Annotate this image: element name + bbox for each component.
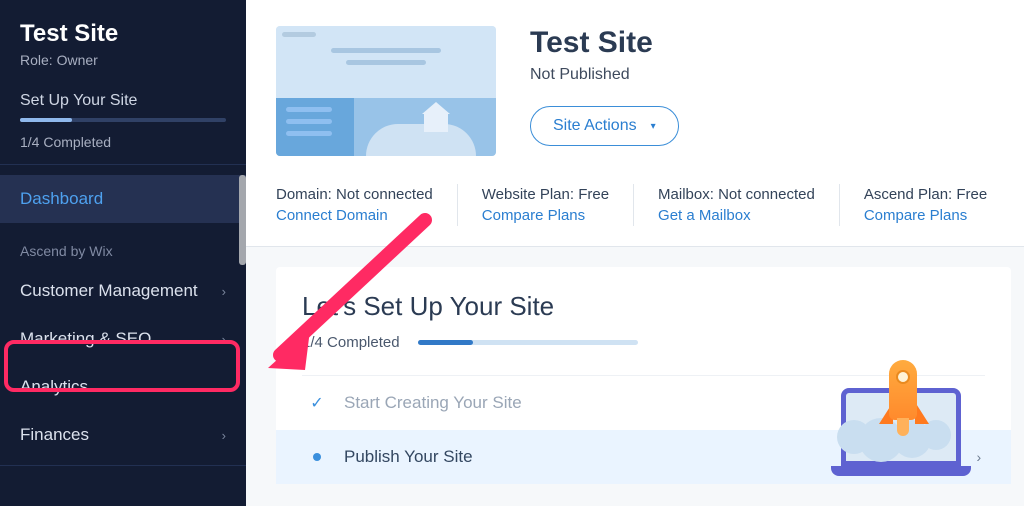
sidebar-site-name: Test Site: [20, 20, 226, 48]
nav-item-customer-management[interactable]: Customer Management ›: [0, 267, 246, 315]
nav-item-marketing-seo[interactable]: Marketing & SEO ›: [0, 315, 246, 363]
chevron-right-icon: ›: [222, 428, 226, 443]
info-label: Ascend Plan: Free: [864, 186, 987, 203]
info-col-mailbox: Mailbox: Not connected Get a Mailbox: [658, 184, 840, 226]
nav-item-finances[interactable]: Finances ›: [0, 411, 246, 459]
sidebar-header: Test Site Role: Owner: [0, 0, 246, 82]
info-label: Domain: Not connected: [276, 186, 433, 203]
info-label: Mailbox: Not connected: [658, 186, 815, 203]
site-info-row: Domain: Not connected Connect Domain Web…: [276, 184, 1011, 226]
nav-item-label: Finances: [20, 425, 89, 445]
sidebar-setup-title: Set Up Your Site: [20, 92, 226, 110]
site-status: Not Published: [530, 66, 1011, 84]
compare-plans-link[interactable]: Compare Plans: [482, 207, 609, 224]
site-actions-button[interactable]: Site Actions ▾: [530, 106, 679, 146]
info-label: Website Plan: Free: [482, 186, 609, 203]
info-col-domain: Domain: Not connected Connect Domain: [276, 184, 458, 226]
sidebar-setup-link[interactable]: Set Up Your Site: [0, 82, 246, 126]
bullet-icon: [313, 453, 321, 461]
step-label: Start Creating Your Site: [344, 393, 522, 413]
nav-item-analytics[interactable]: Analytics: [0, 363, 246, 411]
connect-domain-link[interactable]: Connect Domain: [276, 207, 433, 224]
setup-card: Let's Set Up Your Site 1/4 Completed ✓ S…: [276, 267, 1011, 484]
nav-divider: [0, 465, 246, 466]
sidebar: Test Site Role: Owner Set Up Your Site 1…: [0, 0, 246, 506]
nav-item-label: Dashboard: [20, 189, 103, 209]
sidebar-role: Role: Owner: [20, 52, 226, 68]
info-col-ascend: Ascend Plan: Free Compare Plans: [864, 184, 1011, 226]
nav-item-dashboard[interactable]: Dashboard: [0, 175, 246, 223]
site-header-card: Test Site Not Published Site Actions ▾ D…: [246, 0, 1024, 247]
check-icon: ✓: [310, 393, 323, 413]
chevron-right-icon: ›: [222, 332, 226, 347]
sidebar-completed: 1/4 Completed: [0, 126, 246, 165]
compare-ascend-link[interactable]: Compare Plans: [864, 207, 987, 224]
site-actions-label: Site Actions: [553, 117, 637, 135]
site-thumbnail[interactable]: [276, 26, 496, 156]
rocket-illustration: [811, 316, 991, 476]
step-label: Publish Your Site: [344, 447, 473, 467]
chevron-right-icon: ›: [222, 284, 226, 299]
site-title: Test Site: [530, 26, 1011, 60]
main-content: Test Site Not Published Site Actions ▾ D…: [246, 0, 1024, 506]
get-mailbox-link[interactable]: Get a Mailbox: [658, 207, 815, 224]
nav-section-ascend: Ascend by Wix: [0, 223, 246, 267]
setup-completed-count: 1/4 Completed: [302, 334, 400, 351]
sidebar-scrollbar[interactable]: [239, 175, 246, 265]
nav-item-label: Customer Management: [20, 281, 198, 301]
setup-progress-bar: [418, 340, 638, 345]
sidebar-progress-bar: [20, 118, 226, 122]
sidebar-nav: Dashboard Ascend by Wix Customer Managem…: [0, 175, 246, 472]
nav-item-label: Marketing & SEO: [20, 329, 151, 349]
chevron-down-icon: ▾: [651, 121, 656, 132]
info-col-plan: Website Plan: Free Compare Plans: [482, 184, 634, 226]
nav-item-label: Analytics: [20, 377, 88, 397]
